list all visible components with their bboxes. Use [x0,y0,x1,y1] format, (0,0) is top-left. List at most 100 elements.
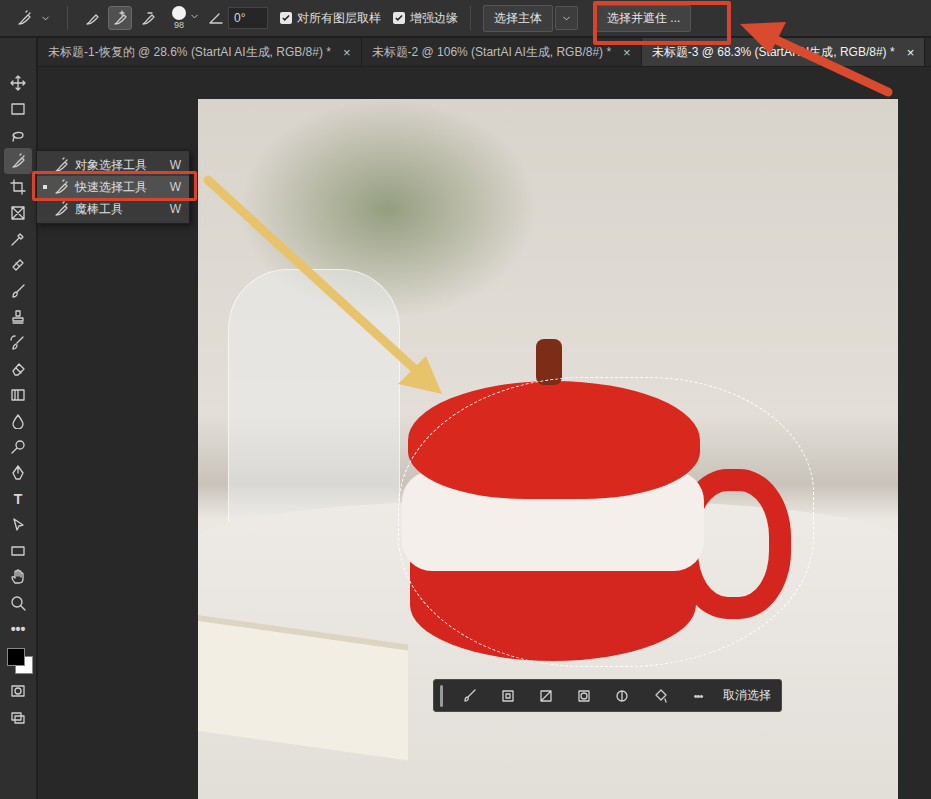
crop-icon [10,179,26,195]
selection-tool-icon [53,179,69,195]
crop-tool[interactable] [4,174,32,200]
stamp-tool[interactable] [4,304,32,330]
toolbar: T ••• [0,38,38,799]
option-checkbox[interactable]: 对所有图层取样 [280,10,381,27]
foreground-color[interactable] [7,648,25,666]
tool-flyout-menu: 对象选择工具W快速选择工具W魔棒工具W [36,150,190,224]
modify-icon [462,688,478,704]
angle-control: 0° [208,7,268,29]
fill-icon [652,688,668,704]
document-tab[interactable]: 未标题-1-恢复的 @ 28.6% (StartAI AI生成, RGB/8#)… [38,38,362,66]
brush-modes [80,6,160,30]
tool-preset-picker[interactable] [12,10,55,26]
pen-icon [10,465,26,481]
selected-marker [43,185,47,189]
eraser-tool[interactable] [4,356,32,382]
invert-icon [538,688,554,704]
chevron-icon [561,13,572,24]
half-button[interactable] [607,684,637,708]
more-tool[interactable]: ••• [4,616,32,642]
tab-close-button[interactable]: × [623,45,631,60]
screen-mode-icon [10,709,26,725]
text-icon: T [14,492,23,506]
checkbox[interactable] [280,12,292,24]
eyedropper-tool[interactable] [4,226,32,252]
taskbar-grip[interactable] [440,685,443,707]
flyout-label: 对象选择工具 [75,157,164,174]
red-arrow-icon [740,22,888,92]
fill-button[interactable] [645,684,675,708]
canvas-photo[interactable]: ••• 取消选择 [198,99,898,799]
path-select-tool[interactable] [4,512,32,538]
flyout-item[interactable]: 快速选择工具W [37,176,189,198]
select-mask-button[interactable] [493,684,523,708]
text-tool[interactable]: T [4,486,32,512]
check-icon [281,13,291,23]
zoom-icon [10,595,26,611]
mask-icon [576,688,592,704]
photoshop-window: 98 0° 对所有图层取样增强边缘 选择主体 选择并遮住 ... T ••• 未标题-1-恢复… [0,0,931,799]
mode-subtract-button[interactable] [136,6,160,30]
document-tabs: 未标题-1-恢复的 @ 28.6% (StartAI AI生成, RGB/8#)… [38,38,931,67]
separator [470,6,471,30]
angle-field[interactable]: 0° [228,7,268,29]
path-select-icon [10,517,26,533]
checkbox-label: 对所有图层取样 [297,10,381,27]
dodge-tool[interactable] [4,434,32,460]
marquee-tool[interactable] [4,96,32,122]
option-checkbox[interactable]: 增强边缘 [393,10,458,27]
brush-tip-icon [172,6,186,20]
healing-tool[interactable] [4,252,32,278]
quick-select-icon [16,10,32,26]
tab-label: 未标题-3 @ 68.3% (StartAI AI生成, RGB/8#) * [652,44,895,61]
marquee-icon [10,101,26,117]
history-brush-tool[interactable] [4,330,32,356]
select-mask-icon [500,688,516,704]
select-and-mask-button[interactable]: 选择并遮住 ... [596,5,691,32]
screen-mode-tool[interactable] [4,704,32,730]
flyout-label: 快速选择工具 [75,179,164,196]
chevron-icon [189,11,200,22]
tab-close-button[interactable]: × [343,45,351,60]
select-subject-button[interactable]: 选择主体 [483,5,553,32]
more-button[interactable]: ••• [683,684,713,708]
tab-label: 未标题-2 @ 106% (StartAI AI生成, RGB/8#) * [372,44,612,61]
checkbox[interactable] [393,12,405,24]
chevron-icon [40,13,51,24]
new-selection-icon [84,10,100,26]
gradient-tool[interactable] [4,382,32,408]
mode-new-button[interactable] [80,6,104,30]
tab-close-button[interactable]: × [907,45,915,60]
hand-icon [10,569,26,585]
invert-button[interactable] [531,684,561,708]
pen-tool[interactable] [4,460,32,486]
move-tool[interactable] [4,70,32,96]
selection-outline [398,377,814,667]
separator [67,6,68,30]
brush-size-picker[interactable]: 98 [168,6,200,30]
document-tab[interactable]: 未标题-3 @ 68.3% (StartAI AI生成, RGB/8#) * × [642,38,926,66]
brush-tool[interactable] [4,278,32,304]
quick-select-tool[interactable] [4,148,32,174]
quick-mask-tool[interactable] [4,678,32,704]
hand-tool[interactable] [4,564,32,590]
blur-tool[interactable] [4,408,32,434]
mask-button[interactable] [569,684,599,708]
document-tab[interactable]: 未标题-2 @ 106% (StartAI AI生成, RGB/8#) * × [362,38,642,66]
flyout-item[interactable]: 对象选择工具W [37,154,189,176]
lasso-tool[interactable] [4,122,32,148]
select-subject-dropdown[interactable] [555,6,578,30]
color-swatches[interactable] [4,642,32,678]
flyout-item[interactable]: 魔棒工具W [37,198,189,220]
rectangle-icon [10,543,26,559]
cup-stem [536,339,562,385]
frame-tool[interactable] [4,200,32,226]
mode-add-button[interactable] [108,6,132,30]
selection-tool-icon [53,157,69,173]
modify-button[interactable] [455,684,485,708]
zoom-tool[interactable] [4,590,32,616]
deselect-button[interactable]: 取消选择 [721,687,771,704]
quick-mask-icon [10,683,26,699]
history-brush-icon [10,335,26,351]
rectangle-tool[interactable] [4,538,32,564]
